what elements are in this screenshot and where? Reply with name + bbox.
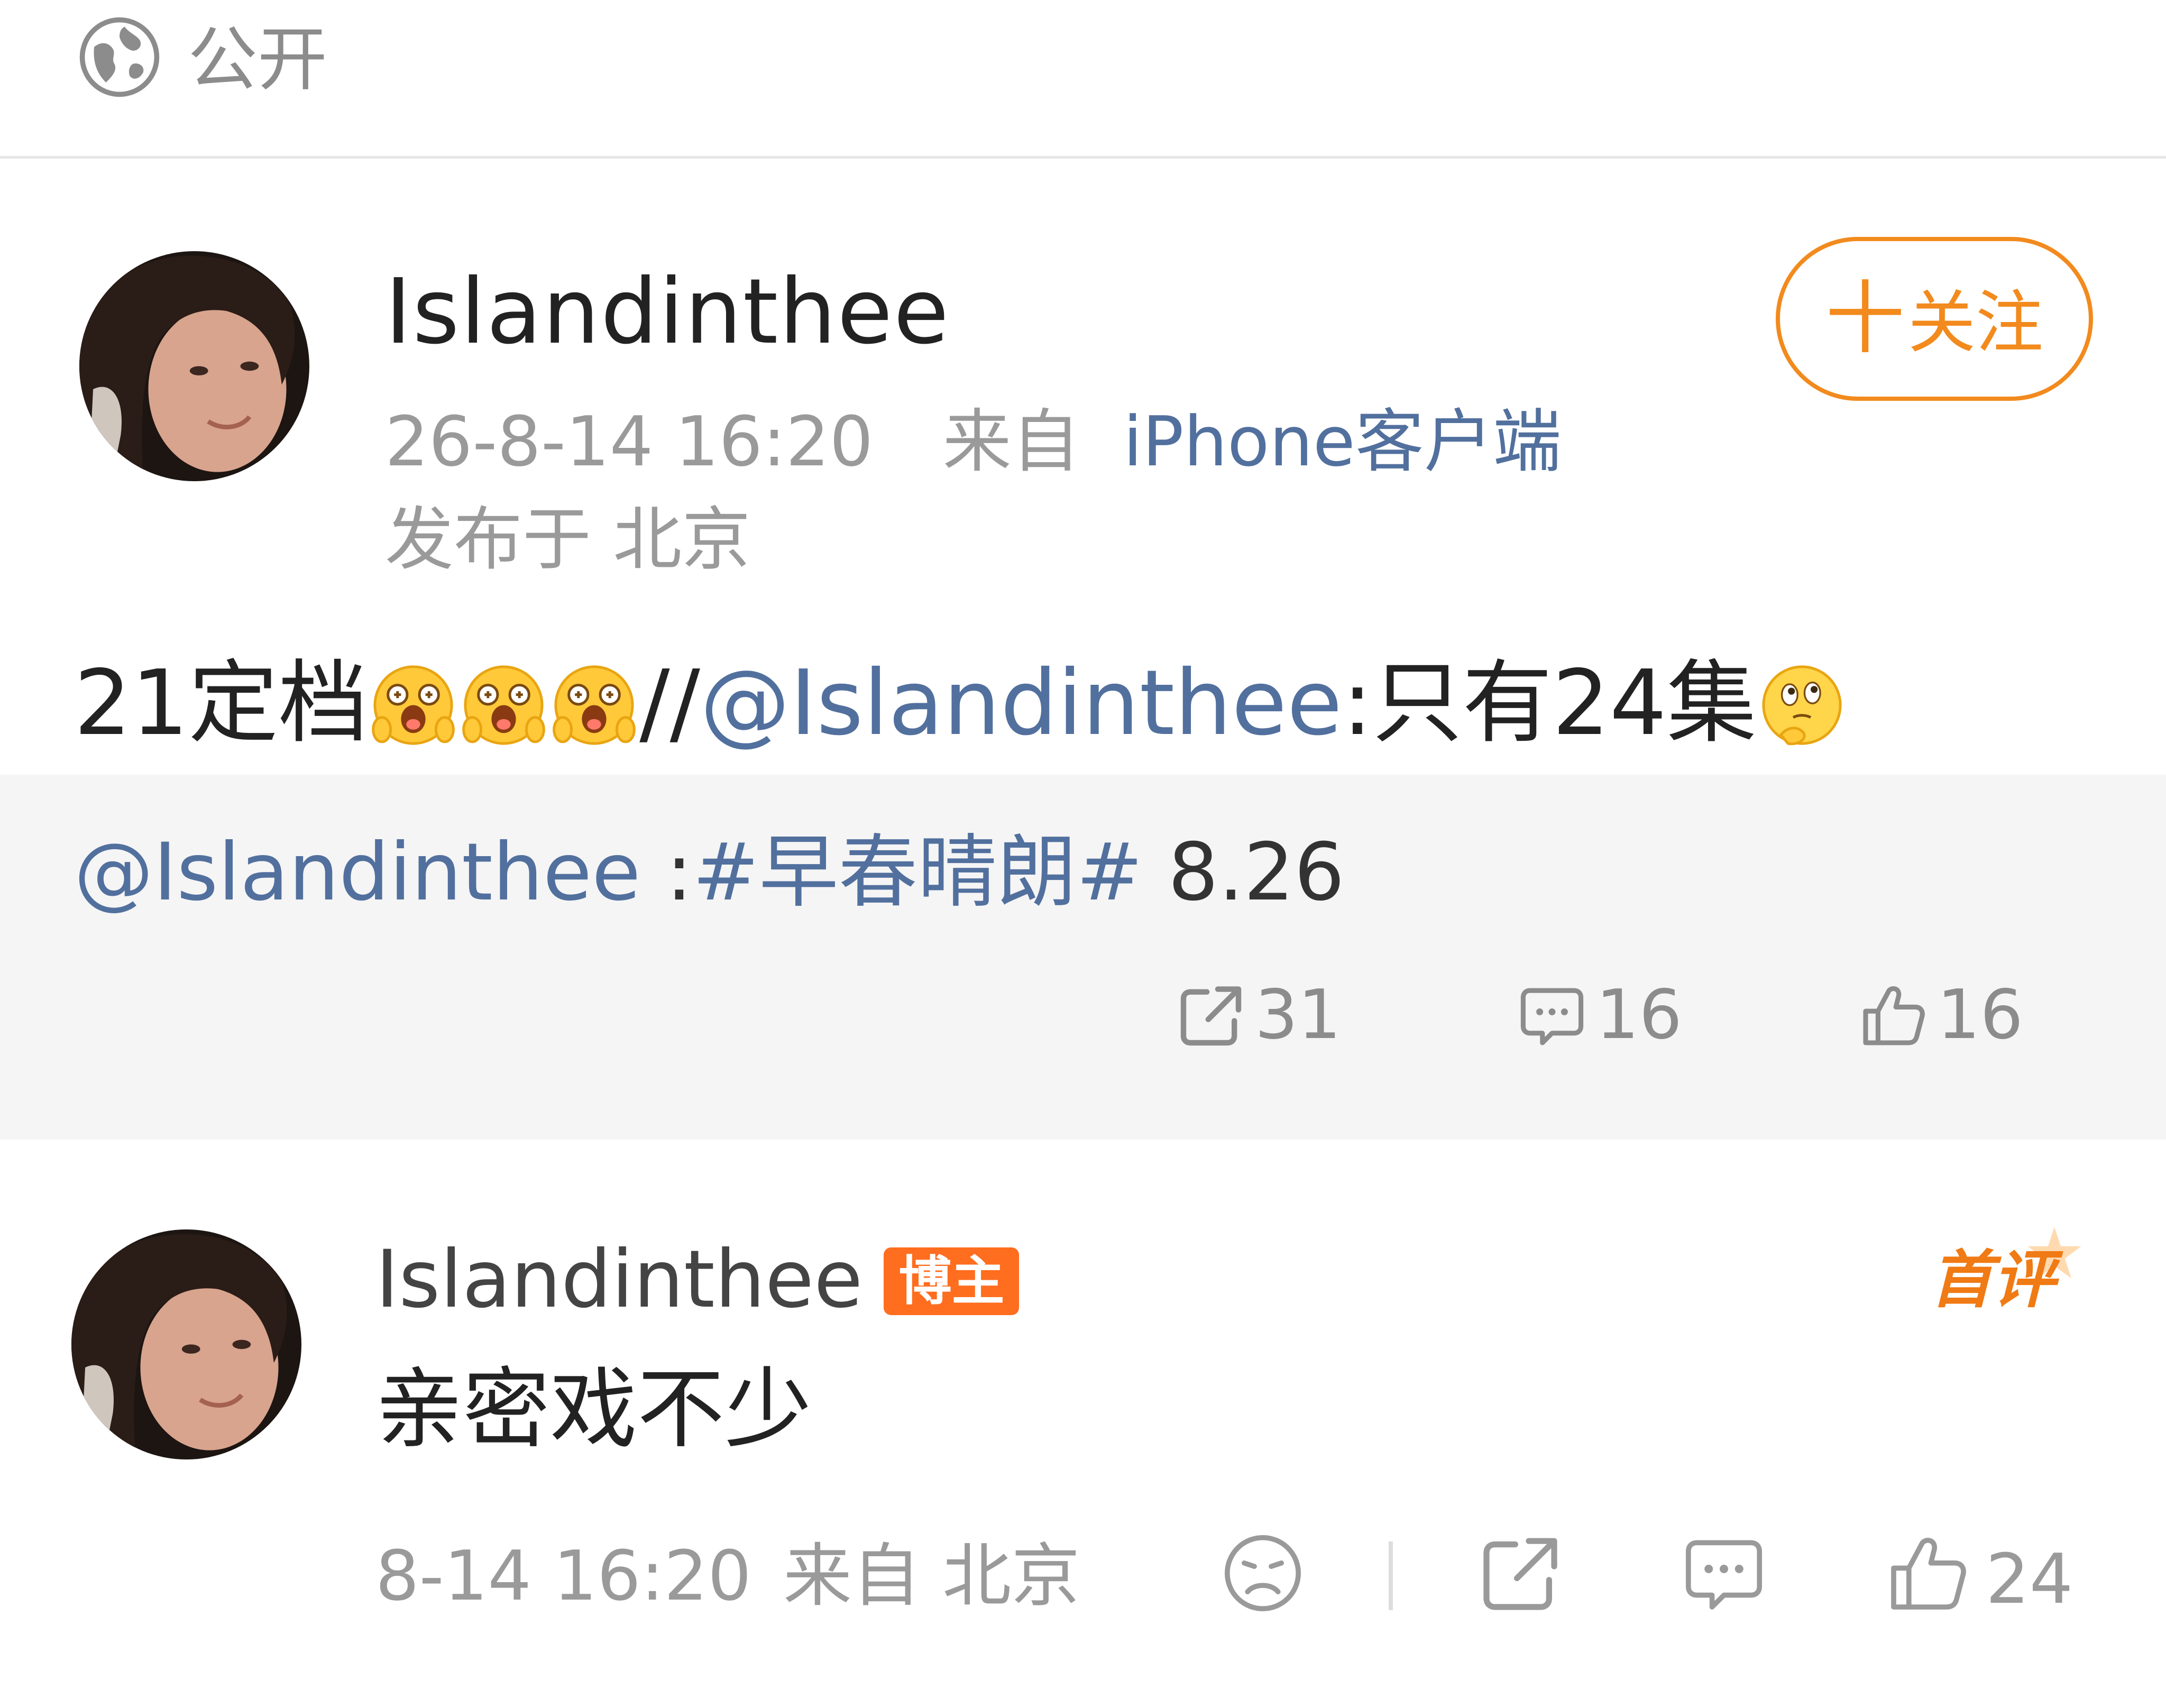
thumbs-up-icon <box>1863 986 1925 1045</box>
comment-icon <box>1686 1540 1762 1610</box>
follow-button[interactable]: 十关注 <box>1776 237 2093 401</box>
author-avatar[interactable] <box>79 251 309 481</box>
quoted-repost-button[interactable]: 31 <box>1177 973 1341 1058</box>
post-meta: 26-8-14 16:20 来自 iPhone客户端 <box>385 399 1562 484</box>
post-location: 发布于 北京 <box>385 499 751 580</box>
source-prefix: 来自 <box>942 401 1080 482</box>
comment-text: 亲密戏不少 <box>375 1358 812 1460</box>
sad-face-icon <box>1225 1535 1301 1611</box>
follow-label: 关注 <box>1908 283 2044 362</box>
visibility-bar: 公开 <box>0 0 2166 159</box>
author-badge: 博主 <box>884 1247 1020 1315</box>
repost-separator: // <box>639 651 700 756</box>
plus-icon: 十 <box>1825 273 1905 365</box>
excited-emoji-icon <box>460 662 547 749</box>
quoted-post[interactable]: @Islandinthee :#早春晴朗# 8.26 31 16 16 <box>0 775 2166 1140</box>
thinking-emoji-icon <box>1758 662 1846 749</box>
quoted-repost-count: 31 <box>1255 976 1341 1054</box>
repost-icon <box>1483 1538 1557 1610</box>
post-text-start: 21定档 <box>74 651 369 756</box>
quoted-like-count: 16 <box>1937 976 2023 1054</box>
comment-source: 来自 北京 <box>783 1536 1080 1616</box>
visibility-label: 公开 <box>188 19 327 100</box>
weibo-post-page: 公开 Islandinthee 26-8-14 16:20 来自 iPhone客… <box>0 0 2166 1708</box>
comment-icon <box>1520 988 1584 1045</box>
commenter-name: Islandinthee 博主 <box>375 1227 1020 1333</box>
first-comment-label: 首评 <box>1930 1243 2055 1316</box>
quoted-author-link[interactable]: @Islandinthee <box>74 827 640 919</box>
dislike-button[interactable] <box>1220 1531 1305 1621</box>
comment-like-button[interactable]: 24 <box>1885 1531 2073 1621</box>
thumbs-up-icon <box>1891 1538 1966 1610</box>
globe-icon <box>77 15 162 99</box>
quoted-like-button[interactable]: 16 <box>1859 973 2023 1058</box>
post-text: 21定档 //@Islandinthee:只有24集 <box>74 645 1847 761</box>
quoted-post-text: @Islandinthee :#早春晴朗# 8.26 <box>74 820 1345 925</box>
excited-emoji-icon <box>550 662 638 749</box>
comment-footer: 8-14 16:20 来自 北京 <box>375 1531 1080 1621</box>
post-timestamp: 26-8-14 16:20 <box>385 401 874 482</box>
author-name[interactable]: Islandinthee <box>385 259 950 365</box>
comment-timestamp: 8-14 16:20 <box>375 1536 752 1616</box>
post-text-end: :只有24集 <box>1342 651 1757 756</box>
topic-link[interactable]: #早春晴朗# <box>693 827 1143 919</box>
quoted-comment-count: 16 <box>1596 976 1682 1054</box>
comment-reply-button[interactable] <box>1682 1531 1766 1621</box>
comment-like-count: 24 <box>1986 1539 2073 1619</box>
mention-link[interactable]: @Islandinthee <box>700 651 1342 756</box>
comment-repost-button[interactable] <box>1478 1531 1563 1621</box>
excited-emoji-icon <box>370 662 457 749</box>
quoted-date: 8.26 <box>1143 827 1345 919</box>
quoted-colon: : <box>640 827 693 919</box>
quoted-comment-button[interactable]: 16 <box>1518 973 1682 1058</box>
first-comment-badge: 首评 <box>1930 1224 2089 1319</box>
action-divider <box>1389 1541 1393 1610</box>
commenter-name-text[interactable]: Islandinthee <box>375 1234 862 1326</box>
source-app-link[interactable]: iPhone客户端 <box>1123 401 1562 482</box>
commenter-avatar[interactable] <box>71 1229 301 1459</box>
repost-icon <box>1180 986 1242 1046</box>
